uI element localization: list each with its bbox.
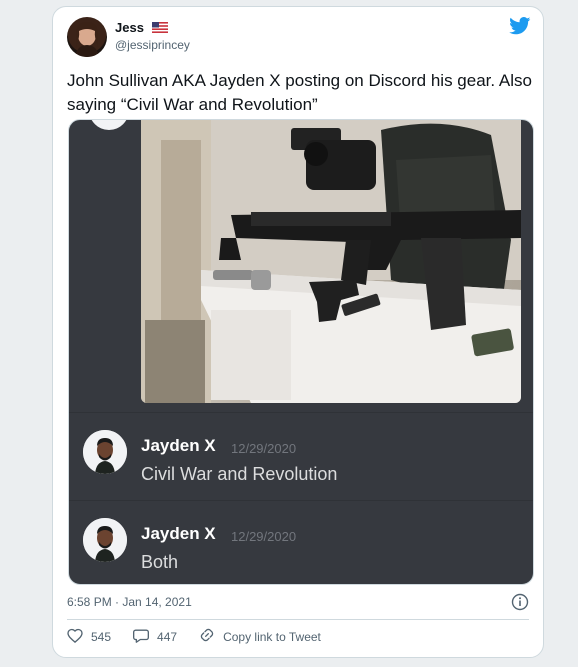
message-divider [69, 412, 533, 413]
us-flag-icon [151, 21, 168, 36]
like-button[interactable]: 545 [67, 628, 111, 646]
copy-link-button[interactable]: Copy link to Tweet [199, 627, 321, 646]
discord-avatar[interactable] [83, 430, 127, 474]
tweet-timestamp[interactable]: 6:58 PM · Jan 14, 2021 [67, 595, 192, 609]
tweet-card[interactable]: Jess @jessiprincey John Sullivan AKA Jay… [52, 6, 544, 658]
author-handle[interactable]: @jessiprincey [115, 38, 190, 52]
info-icon[interactable] [511, 593, 529, 616]
author-name-text[interactable]: Jess [115, 20, 144, 35]
reply-button[interactable]: 447 [133, 628, 177, 646]
cropped-discord-avatar [89, 120, 129, 130]
twitter-bird-icon[interactable] [509, 17, 531, 40]
message-author[interactable]: Jayden X [141, 524, 216, 544]
link-icon [199, 627, 223, 646]
heart-icon [67, 628, 91, 646]
message-author[interactable]: Jayden X [141, 436, 216, 456]
meta-divider [67, 619, 529, 620]
reply-count: 447 [157, 629, 178, 644]
copy-link-label: Copy link to Tweet [223, 629, 321, 644]
message-text: Civil War and Revolution [141, 464, 338, 484]
message-divider [69, 500, 533, 501]
author-display-name[interactable]: Jess [115, 20, 168, 36]
tweet-media-image[interactable]: Jayden X 12/29/2020 Civil War and Revolu… [68, 119, 534, 585]
like-count: 545 [91, 629, 112, 644]
author-avatar[interactable] [67, 17, 107, 57]
tweet-text: John Sullivan AKA Jayden X posting on Di… [67, 71, 532, 114]
reply-icon [133, 628, 157, 646]
gear-photo-illustration [141, 120, 521, 403]
message-date: 12/29/2020 [231, 441, 297, 456]
message-text: Both [141, 552, 179, 572]
discord-avatar[interactable] [83, 518, 127, 562]
tweet-actions: 545 447 Copy link to Tweet [67, 627, 343, 646]
gear-photo [141, 120, 521, 403]
message-date: 12/29/2020 [231, 529, 297, 544]
